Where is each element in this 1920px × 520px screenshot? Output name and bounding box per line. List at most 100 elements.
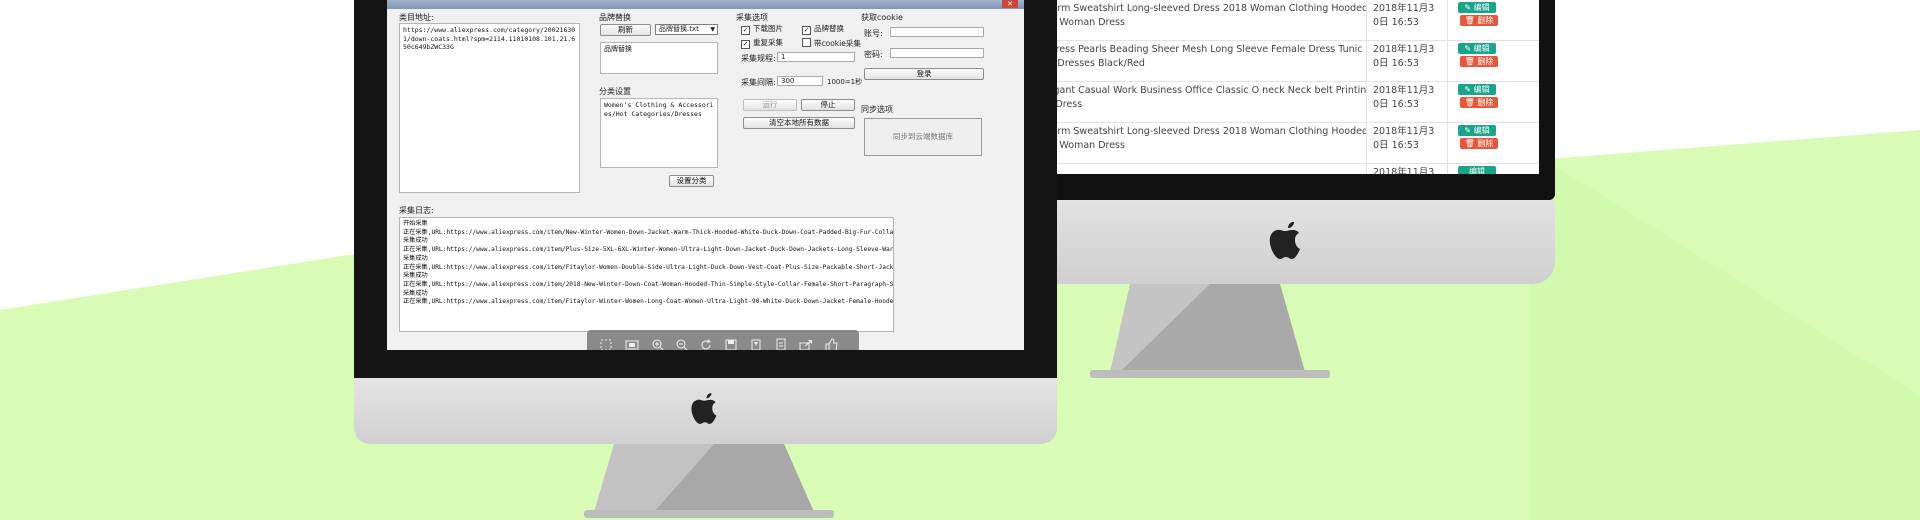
product-name: er Warm Sweatshirt Long-sleeved Dress 20… — [1024, 0, 1367, 41]
date-line: 0日 16:53 — [1373, 17, 1419, 28]
product-name: er Warm Sweatshirt Long-sleeved Dress 20… — [1024, 122, 1367, 164]
log-line: 采集成功 — [403, 272, 428, 280]
brand-replace-checkbox[interactable]: ✓ 品牌替换 — [802, 24, 844, 35]
front-monitor: ✕ 类目地址: https://www.aliexpress.com/categ… — [354, 0, 1057, 520]
log-line: 正在采集,URL:https://www.aliexpress.com/item… — [403, 298, 894, 306]
edit-label: 编辑 — [1473, 44, 1490, 53]
back-screen-product-list: er Warm Sweatshirt Long-sleeved Dress 20… — [1024, 0, 1539, 174]
clear-local-data-button[interactable]: 清空本地所有数据 — [743, 117, 855, 129]
product-date: 2018年11月3 — [1366, 163, 1448, 174]
date-line: 0日 16:53 — [1373, 140, 1419, 151]
checkmark-icon: ✓ — [741, 26, 750, 35]
product-name-line: er Warm Sweatshirt Long-sleeved Dress 20… — [1030, 126, 1367, 137]
apple-logo-icon — [691, 393, 717, 424]
table-row: er Warm Sweatshirt Long-sleeved Dress 20… — [1024, 122, 1539, 164]
sync-cloud-button[interactable]: 同步到云端数据库 — [864, 118, 982, 156]
edit-button[interactable]: 编辑 — [1458, 166, 1496, 174]
collect-log-area: 开始采集 正在采集,URL:https://www.aliexpress.com/… — [399, 217, 894, 332]
sync-options-label: 同步选项 — [861, 105, 893, 114]
front-monitor-bezel: ✕ 类目地址: https://www.aliexpress.com/categ… — [354, 0, 1057, 378]
date-line: 2018年11月3 — [1373, 3, 1435, 14]
bookmark-icon[interactable] — [749, 338, 763, 350]
product-name-line: mn Dress Pearls Beading Sheer Mesh Long … — [1030, 44, 1367, 55]
front-monitor-chin — [354, 378, 1057, 444]
brand-replace-label: 品牌替换 — [599, 13, 631, 22]
product-name-line: encil Dress — [1030, 99, 1083, 110]
password-label: 密码: — [864, 50, 883, 59]
brand-replace-textarea[interactable]: 品牌替换 — [600, 42, 718, 74]
delete-button[interactable]: 🗑 删除 — [1460, 15, 1498, 26]
save-icon[interactable] — [724, 338, 738, 350]
delete-label: 删除 — [1477, 98, 1494, 107]
date-line: 0日 16:53 — [1373, 99, 1419, 110]
back-monitor-chin — [1010, 200, 1555, 284]
checkmark-icon: ✓ — [802, 26, 811, 35]
collect-rule-input[interactable]: 1 — [777, 52, 855, 62]
collect-interval-unit: 1000=1秒 — [827, 78, 863, 86]
delete-button[interactable]: 🗑 删除 — [1460, 97, 1498, 108]
stop-button[interactable]: 停止 — [801, 99, 855, 111]
cookie-collect-checkbox[interactable]: 带cookie采集 — [802, 38, 861, 48]
collector-app-window: ✕ 类目地址: https://www.aliexpress.com/categ… — [387, 0, 1024, 350]
download-images-label: 下载图片 — [753, 24, 783, 33]
table-row: n Elegant Casual Work Business Office Cl… — [1024, 81, 1539, 123]
product-name-line: n Elegant Casual Work Business Office Cl… — [1030, 85, 1367, 96]
fit-icon[interactable] — [599, 338, 613, 350]
collect-interval-input[interactable]: 300 — [777, 76, 823, 86]
print-icon[interactable] — [774, 338, 788, 350]
account-input[interactable] — [890, 27, 984, 37]
date-line: 2018年11月3 — [1373, 126, 1435, 137]
refresh-button[interactable]: 刷新 — [600, 24, 651, 36]
repeat-collect-checkbox[interactable]: ✓ 重复采集 — [741, 38, 783, 49]
back-monitor-bezel: er Warm Sweatshirt Long-sleeved Dress 20… — [1010, 0, 1555, 200]
share-icon[interactable] — [799, 338, 813, 350]
password-input[interactable] — [890, 48, 984, 58]
brand-file-select[interactable]: 品牌替换.txt ▼ — [655, 24, 718, 35]
edit-button[interactable]: ✎ 编辑 — [1458, 2, 1496, 13]
log-line: 正在采集,URL:https://www.aliexpress.com/item… — [403, 280, 894, 288]
cookie-collect-label: 带cookie采集 — [814, 39, 861, 48]
product-name-line: Party Dresses Black/Red — [1030, 58, 1145, 69]
log-line: 正在采集,URL:https://www.aliexpress.com/item… — [403, 263, 894, 271]
category-url-input[interactable]: https://www.aliexpress.com/category/2002… — [399, 23, 580, 193]
window-close-button[interactable]: ✕ — [1002, 0, 1018, 8]
table-row: er Warm Sweatshirt Long-sleeved Dress 20… — [1024, 0, 1539, 41]
product-actions: 编辑 — [1447, 163, 1539, 174]
product-name-line: imple Woman Dress — [1030, 17, 1125, 28]
get-cookie-label: 获取cookie — [861, 13, 903, 22]
edit-button[interactable]: ✎ 编辑 — [1458, 43, 1496, 54]
edit-label: 编辑 — [1473, 126, 1490, 135]
delete-button[interactable]: 🗑 删除 — [1460, 56, 1498, 67]
checkmark-icon: ✓ — [741, 40, 750, 49]
log-label: 采集日志: — [399, 206, 434, 215]
brand-file-select-value: 品牌替换.txt — [659, 25, 699, 33]
front-screen: ✕ 类目地址: https://www.aliexpress.com/categ… — [387, 0, 1024, 350]
login-button[interactable]: 登录 — [864, 68, 984, 80]
rotate-icon[interactable] — [699, 338, 713, 350]
delete-button[interactable]: 🗑 删除 — [1460, 138, 1498, 149]
apple-logo-icon — [1269, 222, 1300, 259]
edit-label: 编辑 — [1469, 167, 1485, 174]
product-actions: ✎ 编辑 🗑 删除 — [1447, 0, 1539, 41]
download-images-checkbox[interactable]: ✓ 下载图片 — [741, 24, 783, 35]
back-monitor-stand — [1090, 284, 1330, 378]
zoom-out-icon[interactable] — [675, 338, 689, 350]
log-line: 采集成功 — [403, 237, 428, 245]
category-settings-textarea[interactable]: Women's Clothing & Accessories/Hot Categ… — [600, 98, 718, 168]
actual-size-icon[interactable] — [625, 338, 639, 350]
zoom-in-icon[interactable] — [651, 338, 665, 350]
log-line: 正在采集,URL:https://www.aliexpress.com/item… — [403, 246, 894, 254]
image-viewer-toolbar — [587, 330, 859, 350]
product-date: 2018年11月3 0日 16:53 — [1366, 40, 1448, 82]
edit-button[interactable]: ✎ 编辑 — [1458, 125, 1496, 136]
brand-replace-option-label: 品牌替换 — [814, 24, 844, 33]
collect-interval-label: 采集间隔: — [741, 78, 776, 87]
run-button[interactable]: 运行 — [743, 99, 797, 111]
edit-button[interactable]: ✎ 编辑 — [1458, 84, 1496, 95]
collect-options-label: 采集选项 — [736, 13, 768, 22]
product-name: n Elegant Casual Work Business Office Cl… — [1024, 81, 1367, 123]
repeat-collect-label: 重复采集 — [753, 38, 783, 47]
back-monitor: er Warm Sweatshirt Long-sleeved Dress 20… — [1010, 0, 1555, 378]
set-category-button[interactable]: 设置分类 — [669, 175, 714, 187]
like-icon[interactable] — [824, 338, 838, 350]
